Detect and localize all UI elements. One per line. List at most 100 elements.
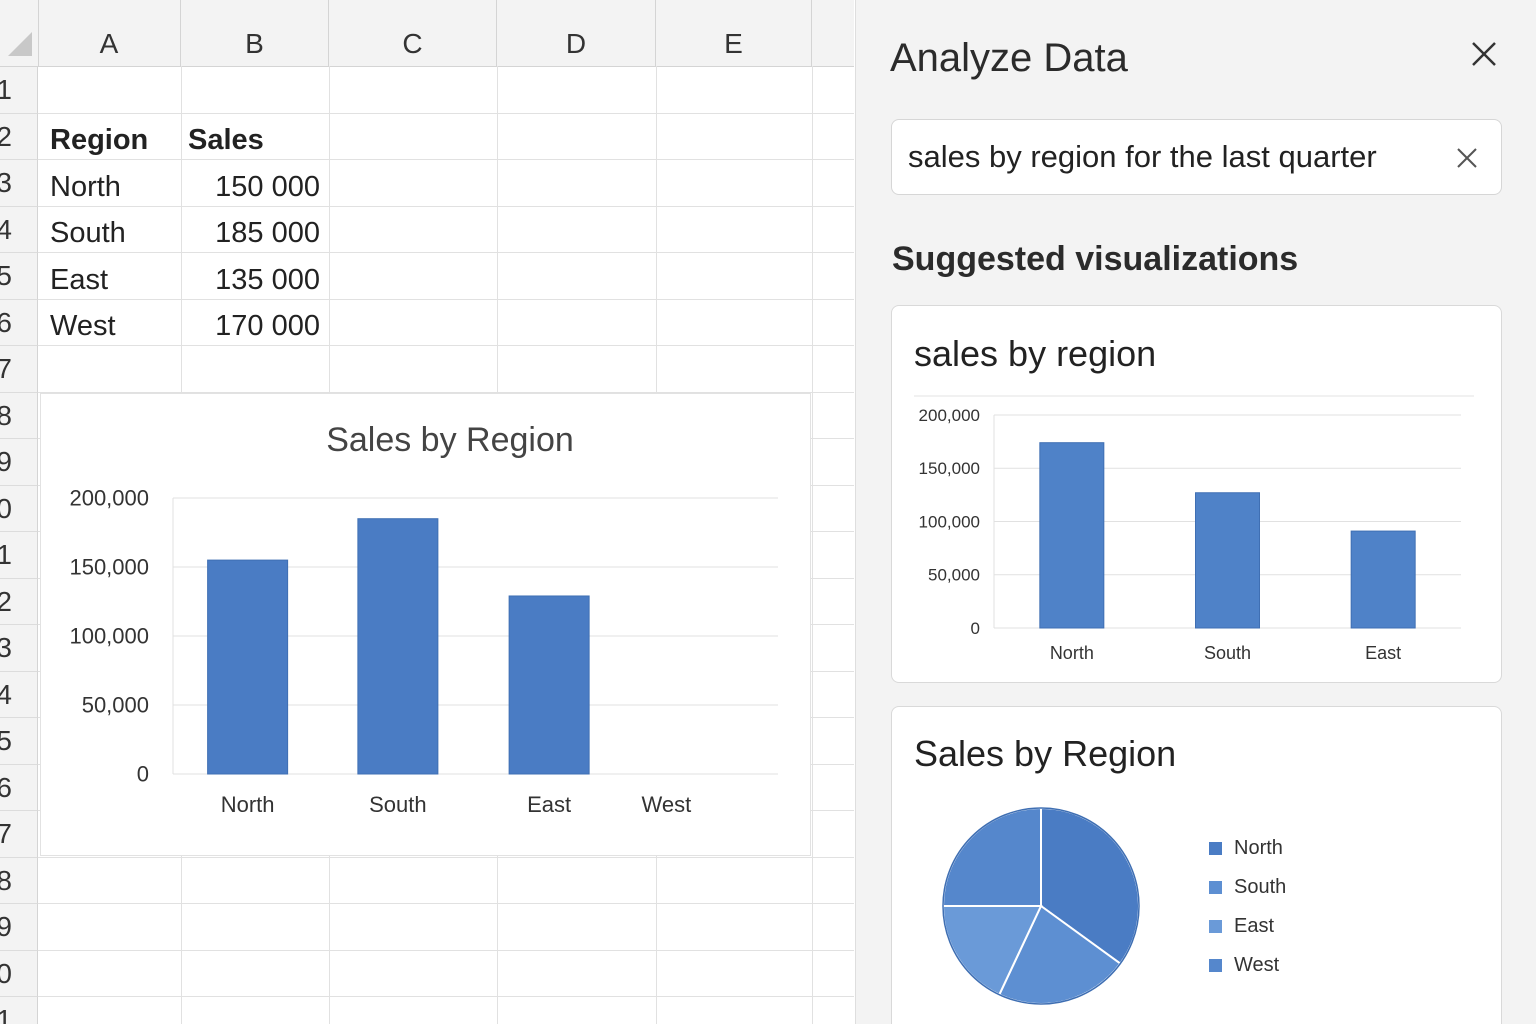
- card-bar-chart-svg: 200,000 150,000 100,000 50,000 0 North South Ea…: [914, 395, 1474, 663]
- bar-south[interactable]: [357, 518, 439, 775]
- x-category-label: North: [1050, 643, 1094, 663]
- column-header-c[interactable]: C: [329, 0, 497, 66]
- row-header-14[interactable]: 14: [0, 671, 38, 718]
- legend-label: North: [1234, 837, 1283, 859]
- row-header-19[interactable]: 19: [0, 904, 38, 951]
- row-header-21[interactable]: 21: [0, 997, 38, 1024]
- x-category-label: East: [1365, 643, 1401, 663]
- bar-east[interactable]: [508, 595, 590, 775]
- column-header-a[interactable]: A: [38, 0, 181, 66]
- y-tick-label: 50,000: [928, 566, 980, 585]
- suggestion-card-pie[interactable]: Sales by Region North South East West: [891, 706, 1502, 1024]
- cell-a6[interactable]: West: [40, 301, 180, 347]
- legend-label: South: [1234, 876, 1287, 898]
- pie-slice-west[interactable]: [941, 806, 1042, 907]
- row-number: 20: [0, 957, 12, 989]
- row-number: 5: [0, 260, 12, 291]
- legend-swatch: [1209, 959, 1222, 972]
- clear-search-button[interactable]: [1455, 146, 1479, 170]
- row-header-20[interactable]: 20: [0, 950, 38, 997]
- bar-south[interactable]: [1195, 492, 1260, 629]
- cell-a3[interactable]: North: [40, 162, 180, 208]
- cell-b2[interactable]: Sales: [178, 115, 328, 161]
- row-header-13[interactable]: 13: [0, 625, 38, 672]
- select-all-triangle-icon: [8, 32, 32, 56]
- x-category-label: West: [642, 792, 692, 817]
- cell-b5[interactable]: 135 000: [182, 255, 328, 301]
- close-icon: [1472, 42, 1496, 66]
- legend-item-south: South: [1209, 875, 1286, 899]
- y-tick-label: 200,000: [69, 486, 149, 511]
- row-number: 13: [0, 632, 12, 663]
- y-tick-label: 150,000: [69, 555, 149, 580]
- cell-b6[interactable]: 170 000: [182, 301, 328, 347]
- chart-title: Sales by Region: [326, 421, 574, 459]
- row-number: 3: [0, 167, 12, 198]
- row-header-2[interactable]: 2: [0, 113, 38, 160]
- row-header-15[interactable]: 15: [0, 718, 38, 765]
- legend-swatch: [1209, 920, 1222, 933]
- legend-swatch: [1209, 842, 1222, 855]
- x-category-label: North: [221, 792, 275, 817]
- legend-item-east: East: [1209, 914, 1274, 938]
- row-number: 6: [0, 306, 12, 338]
- row-number: 15: [0, 725, 12, 756]
- row-header-4[interactable]: 4: [0, 206, 38, 253]
- row-number: 9: [0, 446, 12, 477]
- embedded-bar-chart[interactable]: Sales by Region 200,000 150,000 100,000 50,…: [40, 393, 811, 856]
- cell-a4[interactable]: South: [40, 208, 180, 254]
- column-header-b[interactable]: B: [181, 0, 329, 66]
- row-header-17[interactable]: 17: [0, 811, 38, 858]
- bar-north[interactable]: [1039, 442, 1105, 629]
- cell-a5[interactable]: East: [40, 255, 180, 301]
- cell-a2[interactable]: Region: [40, 115, 180, 161]
- row-header-8[interactable]: 8: [0, 392, 38, 439]
- row-number: 10: [0, 492, 12, 524]
- section-title: Suggested visualizations: [892, 240, 1299, 278]
- bar-east[interactable]: [1350, 530, 1416, 629]
- row-number: 12: [0, 585, 12, 617]
- row-header-1[interactable]: 1: [0, 67, 38, 114]
- row-header-6[interactable]: 6: [0, 299, 38, 346]
- y-tick-label: 0: [971, 619, 980, 638]
- x-category-label: East: [527, 792, 571, 817]
- row-header-16[interactable]: 16: [0, 764, 38, 811]
- select-all-button[interactable]: [0, 0, 39, 66]
- row-header-7[interactable]: 7: [0, 346, 38, 393]
- x-category-label: South: [1204, 643, 1251, 663]
- column-header-bar: A B C D E: [0, 0, 854, 67]
- grid-line: [38, 949, 854, 951]
- card-title: Sales by Region: [914, 733, 1177, 774]
- y-tick-label: 50,000: [82, 693, 149, 718]
- row-header-12[interactable]: 12: [0, 578, 38, 625]
- row-number: 17: [0, 818, 12, 849]
- cell-b3[interactable]: 150 000: [182, 162, 328, 208]
- row-number: 7: [0, 353, 12, 384]
- grid-line: [812, 66, 813, 1024]
- row-header-18[interactable]: 18: [0, 857, 38, 904]
- row-number: 8: [0, 399, 12, 431]
- close-button[interactable]: [1466, 36, 1502, 72]
- row-number: 2: [0, 120, 12, 152]
- row-header-11[interactable]: 11: [0, 532, 38, 579]
- row-header-3[interactable]: 3: [0, 160, 38, 207]
- bar-north[interactable]: [207, 559, 289, 775]
- row-header-5[interactable]: 5: [0, 253, 38, 300]
- legend-item-west: West: [1209, 953, 1279, 977]
- suggestion-card-bar[interactable]: sales by region 200,000 150,000 100,000 50,…: [891, 305, 1502, 683]
- search-box: [891, 119, 1502, 195]
- column-header-e[interactable]: E: [656, 0, 812, 66]
- row-header-9[interactable]: 9: [0, 439, 38, 486]
- y-tick-label: 0: [137, 762, 149, 787]
- row-number: 21: [0, 1004, 12, 1024]
- y-tick-label: 150,000: [919, 459, 980, 478]
- x-category-label: South: [369, 792, 427, 817]
- row-header-10[interactable]: 10: [0, 485, 38, 532]
- legend-item-north: North: [1209, 836, 1283, 860]
- cell-b4[interactable]: 185 000: [182, 208, 328, 254]
- search-input[interactable]: [908, 120, 1428, 194]
- analyze-data-pane: Analyze Data Suggested visualizations sa…: [855, 0, 1536, 1024]
- column-header-d[interactable]: D: [497, 0, 656, 66]
- row-number: 11: [0, 539, 12, 570]
- pie-chart-svg: [941, 806, 1140, 1005]
